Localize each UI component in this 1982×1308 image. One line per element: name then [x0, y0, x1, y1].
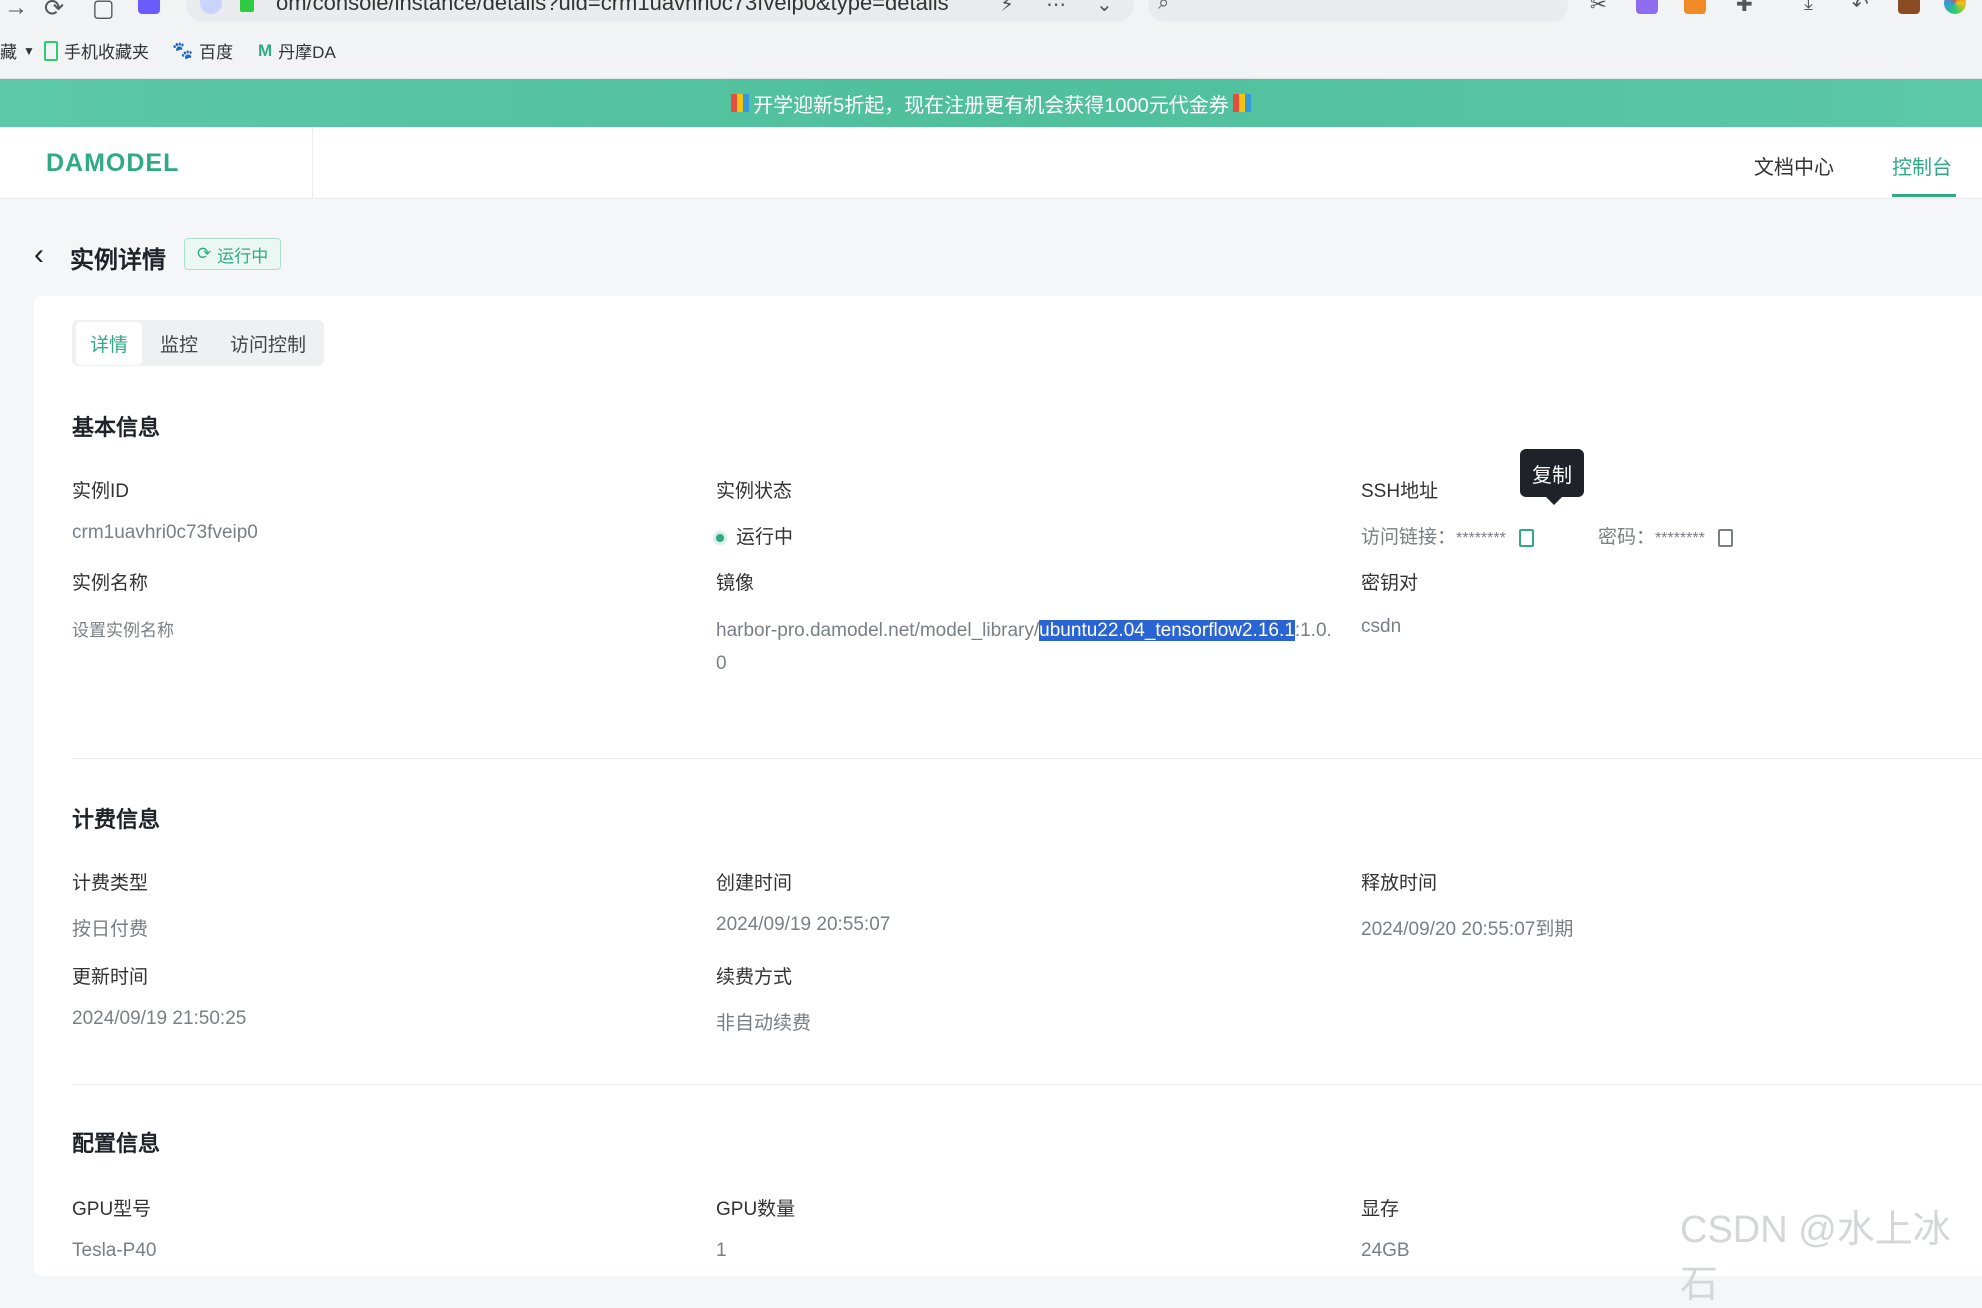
home-icon[interactable]: ▢ [92, 0, 115, 23]
baidu-paw-icon: 🐾 [172, 40, 194, 60]
phone-icon [44, 40, 58, 61]
instance-id-value: crm1uavhri0c73fveip0 [72, 522, 258, 543]
gpu-count-label: GPU数量 [716, 1199, 796, 1220]
profile-avatar[interactable] [1944, 0, 1966, 14]
watermark: CSDN @水上冰石 [1680, 1209, 1951, 1306]
ssh-access-link: 访问链接：******** [1361, 522, 1535, 549]
site-header: DAMODEL 文档中心 控制台 [0, 127, 1982, 199]
address-text[interactable]: om/console/instance/details?uid=crm1uavh… [276, 0, 949, 16]
damodel-m-icon: M [258, 40, 273, 60]
renew-method-label: 续费方式 [716, 967, 793, 988]
bookmark-item[interactable]: M 丹摩DA [258, 38, 336, 63]
puzzle-icon[interactable]: ✚ [1736, 0, 1753, 17]
instance-name-placeholder[interactable]: 设置实例名称 [72, 616, 174, 641]
updated-time-label: 更新时间 [72, 967, 149, 988]
instance-id-label: 实例ID [72, 481, 130, 502]
release-time-value: 2024/09/20 20:55:07到期 [1361, 919, 1574, 940]
bookmark-item[interactable]: 🐾 百度 [172, 38, 233, 63]
nav-active-indicator [1892, 194, 1956, 197]
tab-bar: 详情 监控 访问控制 [72, 320, 325, 366]
section-divider [72, 1084, 1982, 1085]
instance-name-label: 实例名称 [72, 573, 149, 594]
created-time-label: 创建时间 [716, 873, 793, 894]
section-title-billing: 计费信息 [72, 807, 161, 832]
created-time-value: 2024/09/19 20:55:07 [716, 914, 891, 935]
status-badge: ⟳ 运行中 [184, 238, 282, 270]
section-divider [72, 758, 1982, 759]
chevron-down-icon[interactable]: ⌄ [1096, 0, 1113, 17]
keypair-label: 密钥对 [1361, 573, 1419, 594]
page-title: 实例详情 [70, 247, 166, 274]
instance-status-label: 实例状态 [716, 481, 793, 502]
caret-down-icon: ▼ [23, 43, 35, 58]
search-icon[interactable]: ⌕ [1158, 0, 1169, 15]
forward-icon[interactable]: → [4, 0, 28, 22]
ssh-password: 密码：******** [1598, 522, 1734, 549]
image-label: 镜像 [716, 573, 755, 594]
copy-icon[interactable] [1718, 528, 1734, 547]
logo[interactable]: DAMODEL [46, 149, 179, 178]
scissors-icon[interactable]: ✂ [1590, 0, 1607, 17]
more-icon[interactable]: ⋯ [1046, 0, 1066, 17]
section-title-basic: 基本信息 [72, 415, 161, 440]
tab-access-control[interactable]: 访问控制 [216, 322, 320, 365]
instance-status-value: 运行中 [716, 522, 793, 549]
copy-tooltip: 复制 [1520, 449, 1584, 497]
updated-time-value: 2024/09/19 21:50:25 [72, 1008, 247, 1029]
lightning-icon[interactable]: ⚡ [1000, 0, 1014, 17]
browser-search-input[interactable] [1148, 0, 1568, 22]
promo-banner[interactable]: 开学迎新5折起，现在注册更有机会获得1000元代金券 [0, 79, 1982, 127]
briefcase-icon[interactable] [1898, 0, 1920, 14]
keypair-value: csdn [1361, 616, 1402, 637]
vram-label: 显存 [1361, 1199, 1400, 1220]
selected-text: ubuntu22.04_tensorflow2.16.1 [1039, 620, 1295, 641]
secure-lock-icon [240, 0, 254, 12]
billing-type-label: 计费类型 [72, 873, 149, 894]
nav-console[interactable]: 控制台 [1892, 151, 1952, 180]
download-icon[interactable]: ⤓ [1804, 0, 1813, 15]
section-title-config: 配置信息 [72, 1131, 161, 1156]
tooltip-arrow [1546, 497, 1562, 505]
renew-method-value: 非自动续费 [716, 1013, 812, 1034]
back-arrow-icon[interactable]: ‹ [34, 238, 44, 272]
ai-extension-icon[interactable] [138, 0, 160, 14]
running-dot-icon [716, 533, 724, 542]
ssh-label: SSH地址 [1361, 481, 1439, 502]
reload-icon[interactable]: ⟳ [44, 0, 64, 23]
book-icon [1232, 94, 1251, 112]
copy-icon[interactable] [1519, 528, 1535, 547]
promo-text: 开学迎新5折起，现在注册更有机会获得1000元代金券 [753, 94, 1229, 117]
fox-extension-icon[interactable] [1684, 0, 1706, 14]
release-time-label: 释放时间 [1361, 873, 1438, 894]
header-divider [312, 127, 313, 198]
book-icon [731, 94, 750, 112]
tab-monitor[interactable]: 监控 [146, 322, 212, 365]
tab-details[interactable]: 详情 [76, 321, 143, 365]
billing-type-value: 按日付费 [72, 919, 149, 940]
image-value: harbor-pro.damodel.net/model_library/ubu… [716, 620, 1332, 674]
details-card [34, 296, 1982, 1276]
undo-icon[interactable]: ↶ [1852, 0, 1869, 17]
browser-chrome: → ⟳ ▢ om/console/instance/details?uid=cr… [0, 0, 1982, 79]
bookmark-item[interactable]: 藏 ▼ [0, 38, 35, 63]
nav-docs[interactable]: 文档中心 [1754, 151, 1834, 180]
bookmark-item[interactable]: 手机收藏夹 [44, 38, 149, 63]
gpu-model-label: GPU型号 [72, 1199, 152, 1220]
refresh-icon: ⟳ [197, 244, 212, 263]
translate-extension-icon[interactable] [1636, 0, 1658, 14]
